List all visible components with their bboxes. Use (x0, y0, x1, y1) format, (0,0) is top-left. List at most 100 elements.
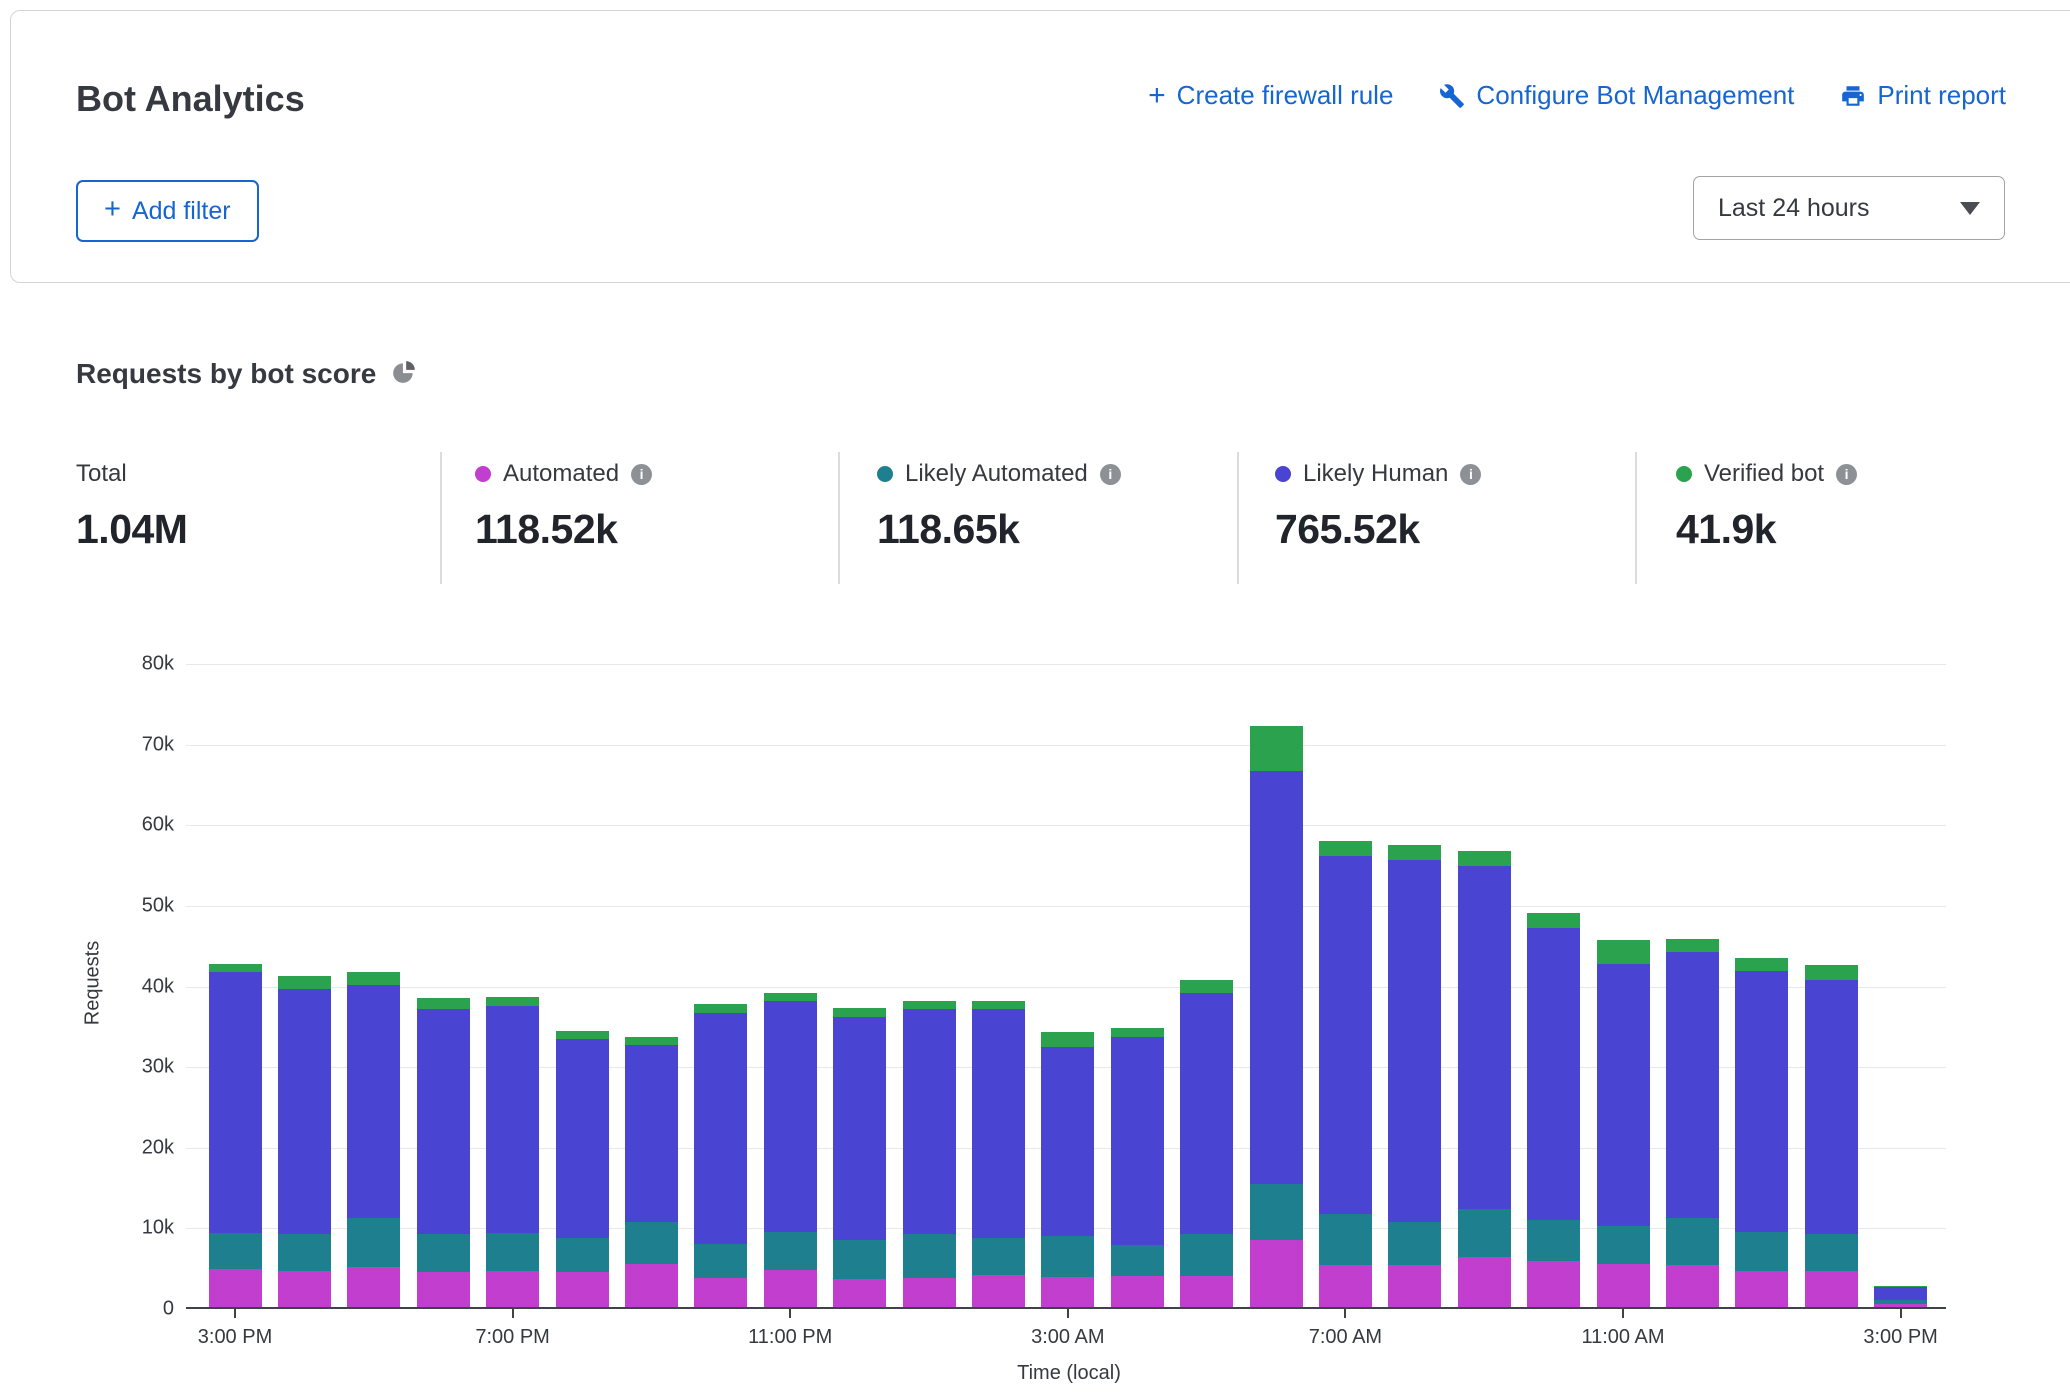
bar-segment (694, 1244, 747, 1278)
bar[interactable] (694, 1004, 747, 1307)
x-axis-tick (1344, 1309, 1346, 1318)
bar[interactable] (1041, 1032, 1094, 1307)
bar[interactable] (764, 993, 817, 1307)
bar-segment (1805, 980, 1858, 1234)
bar[interactable] (1666, 939, 1719, 1307)
bar-segment (1527, 928, 1580, 1220)
bar[interactable] (347, 972, 400, 1307)
bar-segment (556, 1031, 609, 1039)
bar-segment (694, 1013, 747, 1244)
y-axis-tick-label: 40k (0, 975, 174, 998)
bar[interactable] (833, 1008, 886, 1307)
bot-analytics-page: Bot Analytics + Create firewall rule Con… (0, 0, 2070, 1394)
bar-segment (417, 1272, 470, 1307)
bar-segment (1735, 1271, 1788, 1307)
y-axis-tick-label: 30k (0, 1056, 174, 1079)
bar-segment (347, 972, 400, 984)
bar-segment (972, 1009, 1025, 1238)
y-axis-tick-label: 60k (0, 814, 174, 837)
bar[interactable] (209, 964, 262, 1307)
y-axis-tick-label: 50k (0, 894, 174, 917)
bar[interactable] (625, 1037, 678, 1307)
bar[interactable] (1805, 965, 1858, 1307)
bar-segment (1180, 1276, 1233, 1307)
bar-segment (1250, 726, 1303, 771)
x-axis-tick (234, 1309, 236, 1318)
bar-segment (625, 1045, 678, 1222)
bar-segment (833, 1279, 886, 1307)
gridline (186, 906, 1946, 907)
x-axis-tick-label: 7:00 PM (475, 1326, 549, 1349)
bar[interactable] (1527, 913, 1580, 1307)
bar-segment (1388, 1265, 1441, 1307)
bar-segment (1805, 1271, 1858, 1307)
bar-segment (1319, 1265, 1372, 1307)
bar-segment (347, 985, 400, 1219)
x-axis-tick (1622, 1309, 1624, 1318)
bar-segment (1597, 964, 1650, 1226)
y-axis-tick-label: 20k (0, 1136, 174, 1159)
bar[interactable] (417, 998, 470, 1307)
bar-segment (833, 1017, 886, 1240)
bar-segment (1597, 1226, 1650, 1264)
bar-segment (1250, 771, 1303, 1184)
bar-segment (903, 1001, 956, 1009)
bar-segment (972, 1238, 1025, 1275)
bar-segment (1041, 1277, 1094, 1307)
bar-segment (694, 1004, 747, 1013)
x-axis-tick (1900, 1309, 1902, 1318)
bar-segment (1041, 1236, 1094, 1277)
bar-segment (903, 1234, 956, 1278)
bar[interactable] (278, 976, 331, 1307)
bar-segment (625, 1264, 678, 1307)
bar-segment (625, 1037, 678, 1045)
bar-segment (903, 1278, 956, 1307)
bar[interactable] (1388, 845, 1441, 1307)
bar[interactable] (1735, 958, 1788, 1307)
bar-segment (486, 1271, 539, 1307)
bar-segment (1319, 856, 1372, 1215)
bar[interactable] (1111, 1028, 1164, 1307)
bar-segment (278, 976, 331, 988)
bar[interactable] (1180, 980, 1233, 1307)
bar-segment (1319, 841, 1372, 856)
bar-segment (278, 1271, 331, 1307)
bar-segment (1458, 851, 1511, 866)
bar-segment (1250, 1240, 1303, 1307)
bar-segment (1319, 1214, 1372, 1265)
bar[interactable] (903, 1001, 956, 1307)
bar-segment (1735, 1232, 1788, 1271)
y-axis-tick-label: 0 (0, 1298, 174, 1321)
bar-segment (1597, 1264, 1650, 1307)
bar-segment (1805, 1234, 1858, 1270)
x-axis-tick-label: 3:00 PM (198, 1326, 272, 1349)
bar[interactable] (1458, 851, 1511, 1307)
bar-segment (486, 1233, 539, 1271)
bar-segment (1388, 860, 1441, 1223)
bar-segment (1874, 1287, 1927, 1300)
y-axis-tick-label: 10k (0, 1217, 174, 1240)
bar-segment (1111, 1028, 1164, 1037)
gridline (186, 825, 1946, 826)
x-axis-title: Time (local) (1017, 1362, 1121, 1385)
bar[interactable] (556, 1031, 609, 1307)
bar-segment (278, 1234, 331, 1270)
bar[interactable] (972, 1001, 1025, 1307)
plot-area (186, 664, 1946, 1309)
bar[interactable] (1250, 726, 1303, 1307)
bar-segment (1388, 1222, 1441, 1265)
bar-segment (1111, 1245, 1164, 1276)
bar-segment (1527, 1220, 1580, 1261)
x-axis-tick (1067, 1309, 1069, 1318)
bar[interactable] (1597, 940, 1650, 1307)
bar-segment (764, 993, 817, 1001)
bar-segment (1458, 866, 1511, 1209)
bar-segment (972, 1275, 1025, 1307)
bar-segment (1735, 971, 1788, 1232)
bar[interactable] (486, 997, 539, 1307)
bar[interactable] (1319, 841, 1372, 1307)
bar-segment (1666, 1218, 1719, 1265)
bar[interactable] (1874, 1286, 1927, 1307)
bar-segment (347, 1218, 400, 1266)
y-axis-tick-label: 80k (0, 653, 174, 676)
